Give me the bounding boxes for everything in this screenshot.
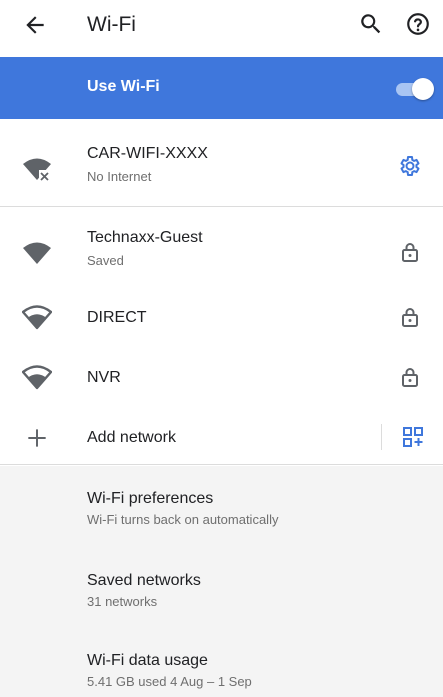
plus-icon bbox=[24, 425, 54, 451]
wifi-preferences-item[interactable]: Wi-Fi preferences Wi-Fi turns back on au… bbox=[87, 490, 278, 527]
pref-title: Wi-Fi preferences bbox=[87, 490, 214, 507]
network-name: Technaxx-Guest bbox=[87, 229, 203, 246]
pref-subtitle: Wi-Fi turns back on automatically bbox=[87, 512, 279, 527]
wifi-data-usage-item[interactable]: Wi-Fi data usage 5.41 GB used 4 Aug – 1 … bbox=[87, 652, 252, 689]
pref-title: Wi-Fi data usage bbox=[87, 652, 208, 669]
wifi-medium-icon bbox=[21, 364, 53, 390]
settings-gear-icon[interactable] bbox=[398, 154, 422, 178]
wifi-full-icon bbox=[22, 240, 52, 266]
app-bar: Wi-Fi bbox=[0, 0, 443, 50]
wifi-no-internet-icon bbox=[22, 156, 52, 182]
wifi-medium-icon bbox=[21, 304, 53, 330]
network-name: DIRECT bbox=[87, 309, 147, 326]
saved-networks-item[interactable]: Saved networks 31 networks bbox=[87, 572, 201, 609]
divider bbox=[0, 464, 443, 465]
network-name: NVR bbox=[87, 369, 121, 386]
add-network-row[interactable]: Add network bbox=[0, 416, 443, 460]
lock-icon bbox=[398, 240, 422, 264]
pref-subtitle: 5.41 GB used 4 Aug – 1 Sep bbox=[87, 674, 252, 689]
lock-icon bbox=[398, 365, 422, 389]
lock-icon bbox=[398, 305, 422, 329]
page-title: Wi-Fi bbox=[87, 13, 136, 36]
network-status: Saved bbox=[87, 253, 124, 268]
divider bbox=[0, 206, 443, 207]
add-network-label: Add network bbox=[87, 429, 176, 446]
connected-network-row[interactable]: CAR-WIFI-XXXX No Internet bbox=[0, 136, 443, 202]
preferences-section: Wi-Fi preferences Wi-Fi turns back on au… bbox=[0, 466, 443, 697]
network-row[interactable]: DIRECT bbox=[0, 296, 443, 340]
use-wifi-label: Use Wi-Fi bbox=[87, 78, 160, 95]
network-name: CAR-WIFI-XXXX bbox=[87, 145, 208, 162]
network-row[interactable]: NVR bbox=[0, 356, 443, 400]
network-status: No Internet bbox=[87, 169, 152, 184]
vertical-separator bbox=[381, 424, 382, 450]
network-row[interactable]: Technaxx-Guest Saved bbox=[0, 220, 443, 280]
pref-title: Saved networks bbox=[87, 572, 201, 589]
wifi-switch[interactable] bbox=[392, 78, 436, 100]
qr-code-scanner-icon[interactable] bbox=[401, 425, 425, 449]
help-icon[interactable] bbox=[405, 11, 431, 37]
back-arrow-icon[interactable] bbox=[22, 12, 48, 38]
pref-subtitle: 31 networks bbox=[87, 594, 158, 609]
switch-thumb bbox=[412, 78, 434, 100]
use-wifi-toggle-row[interactable]: Use Wi-Fi bbox=[0, 57, 443, 119]
search-icon[interactable] bbox=[358, 11, 384, 37]
